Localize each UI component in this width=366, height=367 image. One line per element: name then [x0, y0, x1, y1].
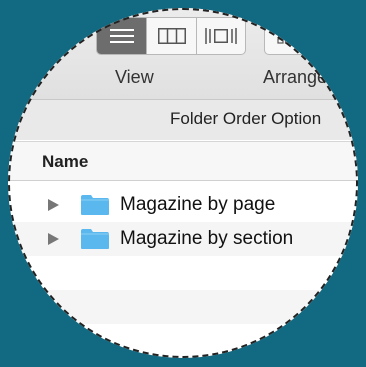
column-view-button[interactable] [146, 18, 195, 54]
list-view-icon [109, 29, 134, 43]
empty-row [8, 290, 358, 324]
folder-icon [80, 228, 110, 250]
list-header-row: Name [8, 141, 358, 181]
arrange-button[interactable] [264, 17, 354, 55]
list-item[interactable]: Magazine by section [8, 222, 358, 256]
column-view-icon [157, 28, 186, 44]
list-view-button[interactable] [97, 18, 147, 54]
view-mode-segmented-control [96, 17, 246, 55]
magnifier-lens: View Arrange Folder Order Option Name Ma… [8, 8, 358, 358]
disclosure-triangle-icon[interactable] [46, 197, 62, 213]
list-item[interactable]: Magazine by page [8, 188, 358, 222]
arrange-grid-icon [277, 27, 299, 44]
folder-order-options-label: Folder Order Option [170, 109, 322, 128]
empty-row [8, 324, 358, 358]
list-item-label: Magazine by section [120, 228, 294, 249]
view-label: View [115, 67, 154, 87]
disclosure-triangle-icon[interactable] [46, 231, 62, 247]
folder-icon [80, 194, 110, 216]
toolbar: View Arrange [8, 8, 358, 100]
arrange-label: Arrange [263, 67, 328, 87]
folder-order-options-bar[interactable]: Folder Order Option [8, 100, 358, 140]
name-column-header[interactable]: Name [42, 152, 88, 172]
list-item-label: Magazine by page [120, 194, 276, 215]
cover-flow-icon [205, 28, 237, 44]
cover-flow-view-button[interactable] [195, 18, 245, 54]
empty-row [8, 256, 358, 290]
file-list: Magazine by page Magazine by section [8, 188, 358, 358]
